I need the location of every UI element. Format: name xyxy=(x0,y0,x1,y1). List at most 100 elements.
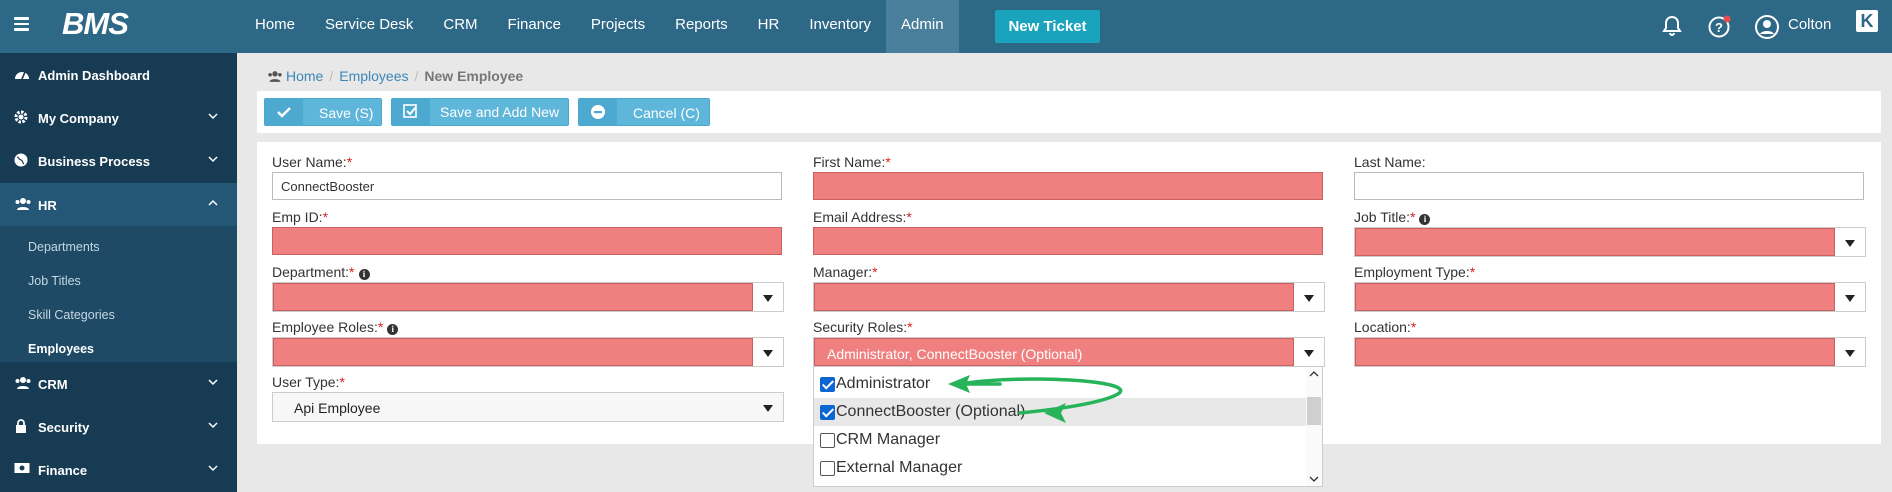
email-label: Email Address:* xyxy=(813,209,912,225)
caret-down-icon[interactable] xyxy=(1294,283,1324,311)
gear-icon xyxy=(14,110,30,124)
nav-reports[interactable]: Reports xyxy=(660,0,743,53)
sidebar-item-label: Business Process xyxy=(38,154,151,169)
scrollbar-thumb[interactable] xyxy=(1307,397,1321,425)
svg-text:?: ? xyxy=(1715,20,1723,35)
sidebar-item-business-process[interactable]: Business Process xyxy=(0,139,237,182)
dropdown-option[interactable]: Administrator xyxy=(814,370,1307,398)
first-name-input[interactable] xyxy=(813,172,1323,200)
main-nav: Home Service Desk CRM Finance Projects R… xyxy=(240,0,959,53)
sidebar-item-finance[interactable]: Finance xyxy=(0,448,237,491)
checkbox-checked-icon[interactable] xyxy=(820,405,835,420)
sidebar-item-hr[interactable]: HR xyxy=(0,183,237,226)
sidebar-item-security[interactable]: Security xyxy=(0,405,237,448)
bell-icon[interactable] xyxy=(1660,14,1684,38)
chevron-up-icon xyxy=(208,196,218,206)
checkbox-checked-icon[interactable] xyxy=(820,377,835,392)
user-name-input[interactable] xyxy=(272,172,782,200)
sidebar-item-label: Security xyxy=(38,420,90,435)
hamburger-menu-icon[interactable] xyxy=(14,17,29,31)
breadcrumb: Home / Employees / New Employee xyxy=(267,68,523,86)
info-icon[interactable]: i xyxy=(1419,214,1431,225)
caret-down-icon[interactable] xyxy=(753,338,783,366)
user-avatar-icon[interactable] xyxy=(1754,14,1779,39)
caret-down-icon[interactable] xyxy=(1835,338,1865,366)
info-icon[interactable]: i xyxy=(358,269,370,280)
caret-down-icon[interactable] xyxy=(1835,283,1865,311)
cancel-button[interactable]: Cancel (C) xyxy=(578,98,710,126)
dashboard-icon xyxy=(14,67,30,81)
caret-down-icon[interactable] xyxy=(753,283,783,311)
nav-projects[interactable]: Projects xyxy=(576,0,660,53)
new-ticket-button[interactable]: New Ticket xyxy=(995,10,1100,43)
nav-hr[interactable]: HR xyxy=(743,0,795,53)
info-icon[interactable]: i xyxy=(387,324,399,335)
department-select[interactable] xyxy=(272,282,784,312)
security-roles-label: Security Roles:* xyxy=(813,319,913,335)
chevron-down-icon xyxy=(208,418,218,429)
sidebar: Admin Dashboard My Company Business Proc… xyxy=(0,53,237,492)
sidebar-sub-employees[interactable]: Employees xyxy=(28,342,94,356)
breadcrumb-home[interactable]: Home xyxy=(286,68,323,84)
form-toolbar: Save (S) Save and Add New Cancel (C) xyxy=(257,91,1881,133)
checkbox-icon[interactable] xyxy=(820,461,835,476)
save-button-label: Save (S) xyxy=(319,105,374,121)
location-select[interactable] xyxy=(1354,337,1866,367)
checkbox-icon xyxy=(392,99,430,125)
sidebar-sub-job-titles[interactable]: Job Titles xyxy=(28,274,81,288)
caret-down-icon[interactable] xyxy=(753,393,783,421)
nav-inventory[interactable]: Inventory xyxy=(794,0,886,53)
breadcrumb-employees[interactable]: Employees xyxy=(339,68,408,84)
nav-finance[interactable]: Finance xyxy=(493,0,576,53)
save-and-add-new-label: Save and Add New xyxy=(440,104,560,120)
user-name[interactable]: Colton xyxy=(1788,16,1831,33)
sidebar-sub-departments[interactable]: Departments xyxy=(28,240,100,254)
nav-crm[interactable]: CRM xyxy=(428,0,492,53)
app-logo[interactable]: BMS xyxy=(62,6,129,42)
department-label: Department:* i xyxy=(272,264,370,280)
caret-down-icon[interactable] xyxy=(1835,228,1865,256)
dropdown-option[interactable]: CRM Manager xyxy=(814,426,1307,454)
chevron-down-icon xyxy=(208,109,218,120)
check-icon xyxy=(265,99,303,125)
caret-down-icon[interactable] xyxy=(1294,338,1324,366)
first-name-label: First Name:* xyxy=(813,154,891,170)
manager-select[interactable] xyxy=(813,282,1325,312)
job-title-label: Job Title:* i xyxy=(1354,209,1431,225)
breadcrumb-current: New Employee xyxy=(424,68,524,84)
users-icon xyxy=(267,70,283,86)
last-name-label: Last Name: xyxy=(1354,154,1426,170)
emp-id-label: Emp ID:* xyxy=(272,209,329,225)
employment-type-label: Employment Type:* xyxy=(1354,264,1476,280)
user-type-select[interactable]: Api Employee xyxy=(272,392,784,422)
nav-service-desk[interactable]: Service Desk xyxy=(310,0,428,53)
dropdown-scrollbar[interactable] xyxy=(1306,367,1322,486)
employment-type-select[interactable] xyxy=(1354,282,1866,312)
sidebar-item-my-company[interactable]: My Company xyxy=(0,96,237,139)
sidebar-item-crm[interactable]: CRM xyxy=(0,362,237,405)
user-type-label: User Type:* xyxy=(272,374,345,390)
help-icon[interactable]: ? xyxy=(1707,14,1731,38)
email-input[interactable] xyxy=(813,227,1323,255)
nav-home[interactable]: Home xyxy=(240,0,310,53)
nav-admin[interactable]: Admin xyxy=(886,0,959,53)
checkbox-icon[interactable] xyxy=(820,433,835,448)
sidebar-sub-skill-categories[interactable]: Skill Categories xyxy=(28,308,115,322)
chevron-down-icon xyxy=(208,461,218,472)
last-name-input[interactable] xyxy=(1354,172,1864,200)
dropdown-option[interactable]: ConnectBooster (Optional) xyxy=(814,398,1307,426)
sidebar-item-admin-dashboard[interactable]: Admin Dashboard xyxy=(0,53,237,96)
employee-roles-label: Employee Roles:* i xyxy=(272,319,399,335)
emp-id-input[interactable] xyxy=(272,227,782,255)
job-title-select[interactable] xyxy=(1354,227,1866,257)
save-and-add-new-button[interactable]: Save and Add New xyxy=(391,98,569,126)
dropdown-option[interactable]: External Manager xyxy=(814,454,1307,482)
save-button[interactable]: Save (S) xyxy=(264,98,382,126)
kaseya-logo-icon[interactable]: K xyxy=(1856,10,1878,32)
employee-roles-select[interactable] xyxy=(272,337,784,367)
user-name-label: User Name:* xyxy=(272,154,353,170)
security-roles-select[interactable]: Administrator, ConnectBooster (Optional) xyxy=(813,337,1325,367)
sidebar-item-label: Admin Dashboard xyxy=(38,68,150,83)
money-icon xyxy=(14,462,30,476)
manager-label: Manager:* xyxy=(813,264,878,280)
